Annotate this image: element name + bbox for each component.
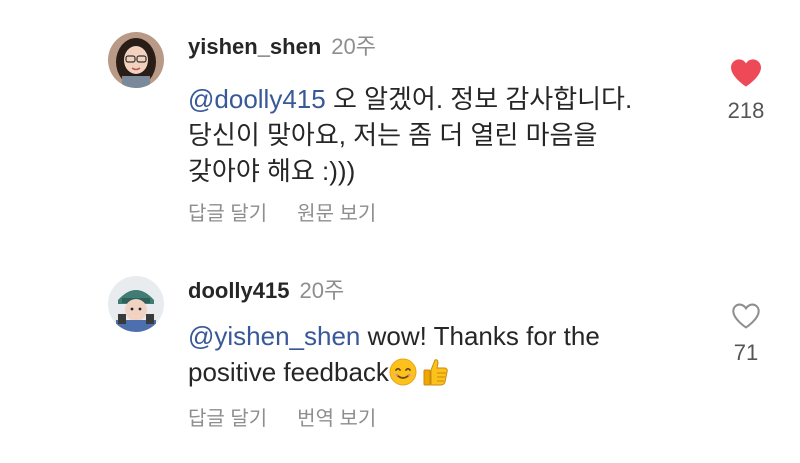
heart-outline-icon[interactable] — [730, 302, 762, 330]
comment-text-line2: positive feedback — [188, 357, 389, 387]
like-count: 71 — [733, 340, 759, 365]
comment-item: yishen_shen 20주 @doolly415 오 알겠어. 정보 감사합니… — [0, 0, 800, 250]
smiling-face-emoji — [389, 358, 417, 386]
comment-text-line2: 당신이 맞아요, 저는 좀 더 열린 마음을 — [188, 120, 598, 150]
timestamp[interactable]: 20주 — [331, 34, 376, 59]
reply-button[interactable]: 답글 달기 — [188, 408, 267, 430]
avatar[interactable] — [108, 276, 164, 332]
comment-header: yishen_shen 20주 — [188, 33, 376, 61]
comment-actions: 답글 달기 원문 보기 — [188, 197, 406, 226]
comment-text-line1: wow! Thanks for the — [360, 321, 600, 351]
see-translation-button[interactable]: 번역 보기 — [297, 408, 376, 430]
username[interactable]: yishen_shen — [188, 34, 321, 59]
username[interactable]: doolly415 — [188, 278, 289, 303]
timestamp[interactable]: 20주 — [299, 278, 344, 303]
comment-text: @doolly415 오 알겠어. 정보 감사합니다. 당신이 맞아요, 저는 … — [188, 81, 708, 189]
comment-actions: 답글 달기 번역 보기 — [188, 402, 406, 431]
avatar[interactable] — [108, 32, 164, 88]
mention-link[interactable]: @doolly415 — [188, 84, 326, 114]
reply-button[interactable]: 답글 달기 — [188, 203, 267, 225]
mention-link[interactable]: @yishen_shen — [188, 321, 360, 351]
comment-header: doolly415 20주 — [188, 277, 344, 305]
thumbs-up-emoji — [423, 359, 448, 386]
like-count: 218 — [727, 98, 765, 123]
like-control[interactable]: 71 — [716, 302, 776, 366]
comment-text-line3: 갖아야 해요 :))) — [188, 156, 356, 186]
comment-item: doolly415 20주 @yishen_shen wow! Thanks fo… — [0, 250, 800, 463]
heart-filled-icon[interactable] — [729, 58, 763, 88]
comment-text-line1: 오 알겠어. 정보 감사합니다. — [325, 84, 633, 114]
like-control[interactable]: 218 — [716, 58, 776, 124]
comment-text: @yishen_shen wow! Thanks for the positiv… — [188, 318, 708, 390]
see-original-button[interactable]: 원문 보기 — [297, 203, 376, 225]
